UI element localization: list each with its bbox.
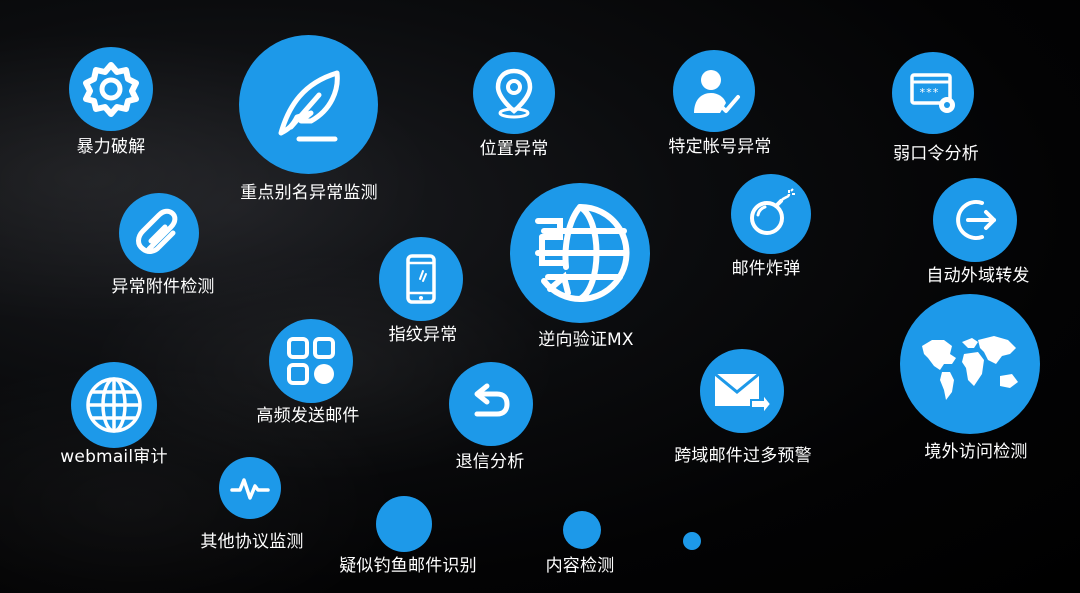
high-freq-send-label: 高频发送邮件 [256,406,360,426]
bomb-icon [750,188,795,235]
attachment-detect-label: 异常附件检测 [111,277,215,297]
content-detect-circle[interactable] [563,511,601,549]
world-map-icon [922,336,1018,400]
webmail-audit-circle[interactable] [71,362,157,448]
webmail-audit-label: webmail审计 [60,447,168,467]
gear-icon [83,62,139,117]
exit-arrow-icon [956,200,996,240]
mail-forward-icon [714,372,773,417]
alias-monitor-circle[interactable] [239,35,378,174]
auto-forward-circle[interactable] [933,178,1017,262]
feather-icon [278,70,340,141]
location-pin-icon [495,68,533,119]
return-arrow-icon [474,383,510,417]
location-anomaly-label: 位置异常 [479,139,549,159]
other-protocols-label: 其他协议监测 [200,532,304,552]
brute-force-label: 暴力破解 [76,137,146,157]
phishing-detect-label: 疑似钓鱼邮件识别 [339,556,477,576]
svg-text:***: *** [919,86,939,99]
account-anomaly-circle[interactable] [673,50,755,132]
mobile-phone-icon [406,254,436,304]
cross-domain-alert-label: 跨域邮件过多预警 [674,446,812,466]
globe-verify-icon [535,203,630,302]
password-settings-icon: *** [910,73,955,113]
bounce-analysis-circle[interactable] [449,362,533,446]
auto-forward-label: 自动外域转发 [926,266,1030,286]
alias-monitor-label: 重点别名异常监测 [240,183,378,203]
cross-domain-alert-circle[interactable] [700,349,784,433]
location-anomaly-circle[interactable] [473,52,555,134]
pulse-icon [230,478,270,500]
content-detect-label: 内容检测 [545,556,615,576]
paperclip-icon [136,208,178,254]
bounce-analysis-label: 退信分析 [455,452,525,472]
decorative-dot [683,532,701,550]
globe-icon [86,377,142,433]
grid-apps-icon [287,337,335,385]
reverse-mx-circle[interactable] [510,183,650,323]
overseas-access-circle[interactable] [900,294,1040,434]
fingerprint-anomaly-label: 指纹异常 [388,325,458,345]
overseas-access-label: 境外访问检测 [924,442,1028,462]
weak-password-circle[interactable]: *** [892,52,974,134]
mail-bomb-label: 邮件炸弹 [731,259,801,279]
high-freq-send-circle[interactable] [269,319,353,403]
account-anomaly-label: 特定帐号异常 [668,137,772,157]
user-check-icon [694,70,740,113]
mail-bomb-circle[interactable] [731,174,811,254]
weak-password-label: 弱口令分析 [893,144,979,164]
other-protocols-circle[interactable] [219,457,281,519]
phishing-detect-circle[interactable] [376,496,432,552]
reverse-mx-label: 逆向验证MX [538,330,634,350]
attachment-detect-circle[interactable] [119,193,199,273]
fingerprint-anomaly-circle[interactable] [379,237,463,321]
brute-force-circle[interactable] [69,47,153,131]
